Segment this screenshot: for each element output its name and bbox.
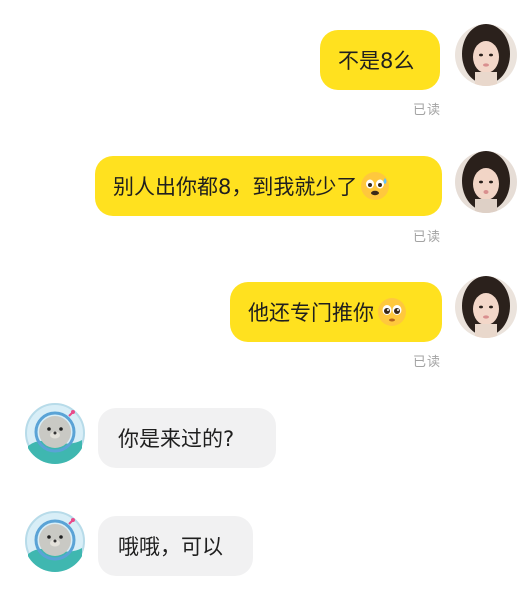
message-text: 你是来过的? xyxy=(118,427,235,451)
message-text: 不是8么 xyxy=(338,49,415,73)
my-message-bubble[interactable]: 不是8么 xyxy=(320,30,440,90)
message-text: 他还专门推你 xyxy=(248,301,374,325)
pleading-face-emoji-icon xyxy=(378,298,406,326)
their-message-bubble[interactable]: 你是来过的? xyxy=(98,408,276,468)
my-avatar[interactable] xyxy=(455,24,517,86)
their-message-bubble[interactable]: 哦哦，可以 xyxy=(98,516,253,576)
my-avatar[interactable] xyxy=(455,276,517,338)
their-avatar[interactable] xyxy=(24,402,86,464)
anxious-sweat-emoji-icon xyxy=(361,172,390,200)
my-message-bubble[interactable]: 他还专门推你 xyxy=(230,282,442,342)
read-receipt: 已读 xyxy=(413,103,442,118)
message-text: 别人出你都8，到我就少了 xyxy=(113,175,358,199)
chat-screen: 不是8么 已读 别人出你都8，到我就少了 已读 他还专门推你 已读 你是来过的?… xyxy=(0,0,526,608)
their-avatar[interactable] xyxy=(24,510,86,572)
message-text: 哦哦，可以 xyxy=(118,535,223,559)
my-message-bubble[interactable]: 别人出你都8，到我就少了 xyxy=(95,156,442,216)
read-receipt: 已读 xyxy=(413,355,442,370)
my-avatar[interactable] xyxy=(455,151,517,213)
read-receipt: 已读 xyxy=(413,230,442,245)
